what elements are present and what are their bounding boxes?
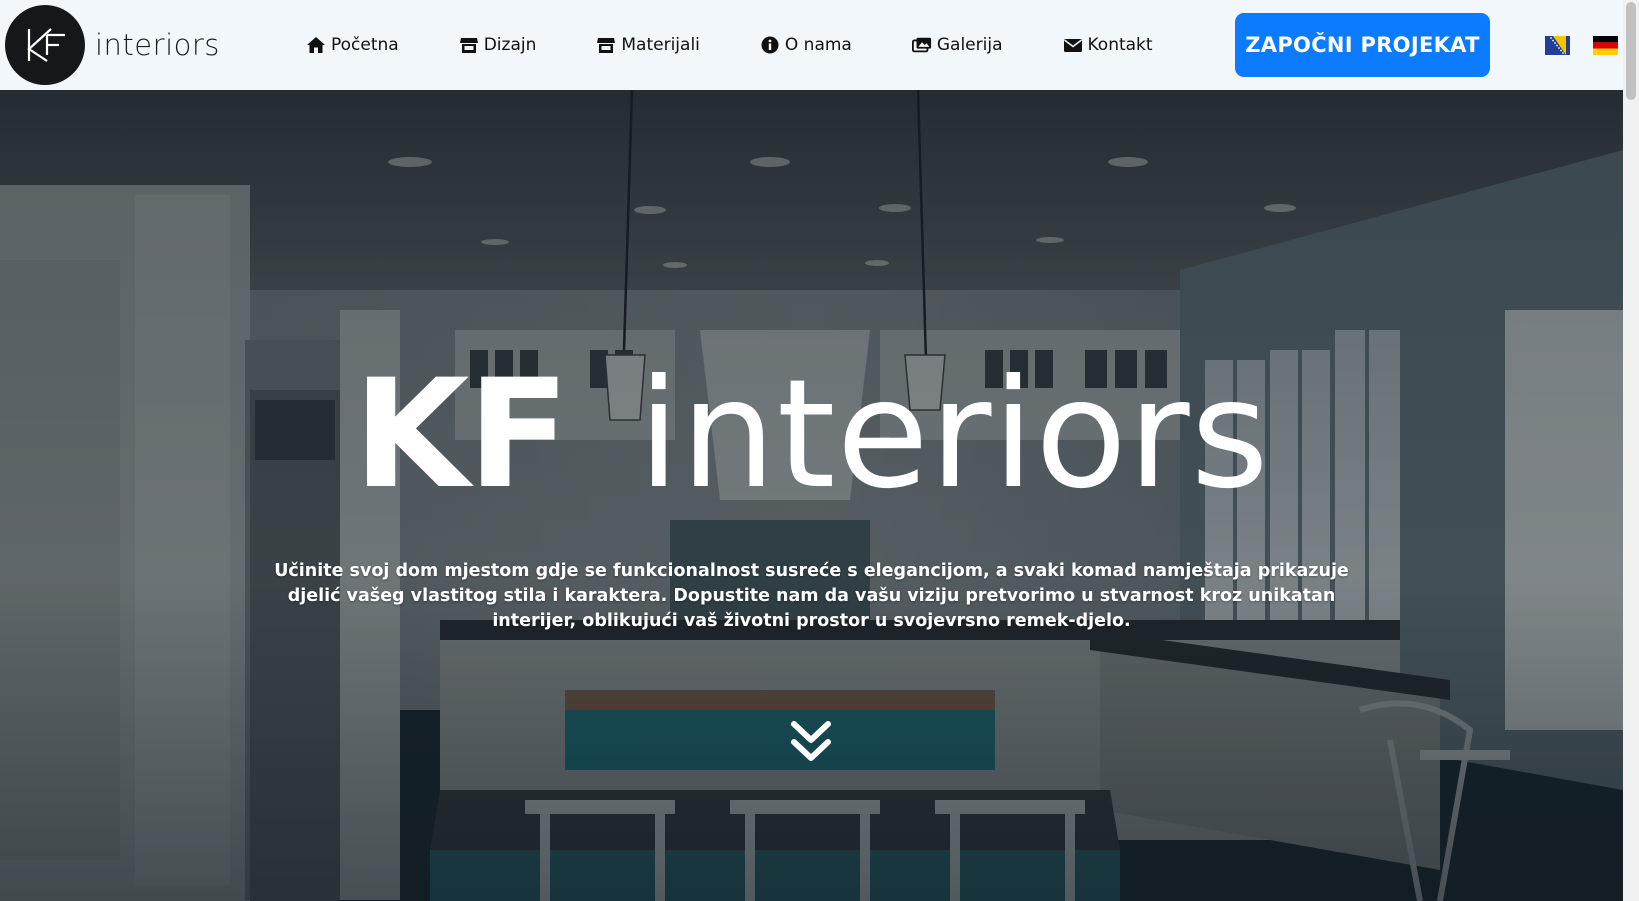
site-header: interiors Početna Dizajn Materijali O na… — [0, 0, 1623, 90]
nav-label: Materijali — [621, 35, 700, 55]
envelope-icon — [1063, 35, 1083, 55]
nav-item-pocetna[interactable]: Početna — [306, 35, 399, 55]
logo-circle — [5, 5, 85, 85]
nav-label: O nama — [784, 35, 852, 55]
page-scrollbar[interactable] — [1623, 0, 1639, 901]
double-chevron-down-icon[interactable] — [786, 720, 836, 766]
store-icon — [459, 35, 479, 55]
nav-item-dizajn[interactable]: Dizajn — [459, 35, 537, 55]
nav-item-o-nama[interactable]: O nama — [760, 35, 852, 55]
hero-title-kf: KF — [353, 348, 570, 522]
nav-label: Dizajn — [483, 35, 537, 55]
start-project-button[interactable]: ZAPOČNI PROJEKAT — [1235, 13, 1490, 77]
hero-title-interiors: interiors — [637, 348, 1270, 522]
images-icon — [911, 35, 932, 55]
site-logo[interactable]: interiors — [5, 5, 220, 85]
nav-item-galerija[interactable]: Galerija — [911, 35, 1003, 55]
nav-item-materijali[interactable]: Materijali — [596, 35, 700, 55]
nav-label: Početna — [331, 35, 399, 55]
nav-label: Galerija — [936, 35, 1003, 55]
scrollbar-thumb[interactable] — [1626, 2, 1636, 100]
main-nav: Početna Dizajn Materijali O nama Galerij… — [306, 0, 1153, 90]
info-icon — [760, 35, 780, 55]
home-icon — [306, 35, 326, 55]
nav-item-kontakt[interactable]: Kontakt — [1063, 35, 1153, 55]
hero-description: Učinite svoj dom mjestom gdje se funkcio… — [274, 561, 1349, 631]
nav-label: Kontakt — [1087, 35, 1153, 55]
flag-bosnia-icon[interactable] — [1545, 36, 1570, 55]
hero-title: KF interiors — [0, 360, 1623, 510]
hero-section: KF interiors Učinite svoj dom mjestom gdj… — [0, 90, 1623, 901]
logo-wordmark: interiors — [95, 28, 220, 62]
flag-germany-icon[interactable] — [1593, 36, 1618, 55]
store-icon — [596, 35, 616, 55]
kf-monogram-icon — [27, 28, 65, 62]
